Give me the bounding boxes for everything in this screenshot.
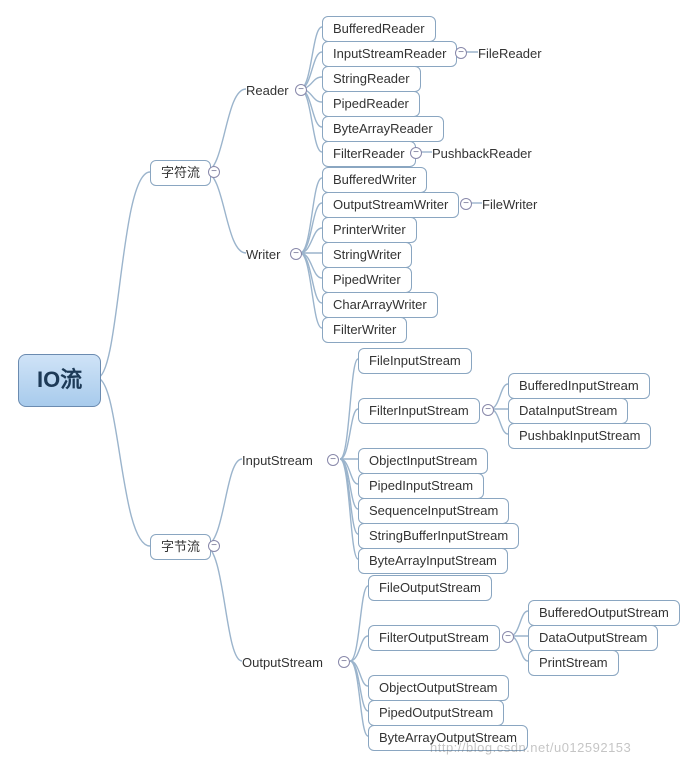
node-pushback-reader[interactable]: PushbackReader xyxy=(432,145,532,163)
node-file-writer[interactable]: FileWriter xyxy=(482,196,537,214)
node-filter-writer[interactable]: FilterWriter xyxy=(322,317,407,343)
root-node[interactable]: IO流 xyxy=(18,354,101,407)
collapse-icon[interactable]: − xyxy=(295,84,307,96)
node-sequence-input-stream[interactable]: SequenceInputStream xyxy=(358,498,509,524)
collapse-icon[interactable]: − xyxy=(502,631,514,643)
node-string-buffer-input-stream[interactable]: StringBufferInputStream xyxy=(358,523,519,549)
node-file-input-stream[interactable]: FileInputStream xyxy=(358,348,472,374)
collapse-icon[interactable]: − xyxy=(460,198,472,210)
node-filter-reader[interactable]: FilterReader xyxy=(322,141,416,167)
node-reader[interactable]: Reader xyxy=(246,82,289,100)
collapse-icon[interactable]: − xyxy=(290,248,302,260)
node-input-stream[interactable]: InputStream xyxy=(242,452,313,470)
node-data-input-stream[interactable]: DataInputStream xyxy=(508,398,628,424)
node-input-stream-reader[interactable]: InputStreamReader xyxy=(322,41,457,67)
node-file-output-stream[interactable]: FileOutputStream xyxy=(368,575,492,601)
node-data-output-stream[interactable]: DataOutputStream xyxy=(528,625,658,651)
node-string-writer[interactable]: StringWriter xyxy=(322,242,412,268)
collapse-icon[interactable]: − xyxy=(455,47,467,59)
collapse-icon[interactable]: − xyxy=(338,656,350,668)
node-output-stream-writer[interactable]: OutputStreamWriter xyxy=(322,192,459,218)
node-output-stream[interactable]: OutputStream xyxy=(242,654,323,672)
node-string-reader[interactable]: StringReader xyxy=(322,66,421,92)
node-char-array-writer[interactable]: CharArrayWriter xyxy=(322,292,438,318)
node-piped-input-stream[interactable]: PipedInputStream xyxy=(358,473,484,499)
collapse-icon[interactable]: − xyxy=(327,454,339,466)
node-piped-writer[interactable]: PipedWriter xyxy=(322,267,412,293)
node-char-stream[interactable]: 字符流 xyxy=(150,160,211,186)
node-buffered-writer[interactable]: BufferedWriter xyxy=(322,167,427,193)
node-piped-reader[interactable]: PipedReader xyxy=(322,91,420,117)
collapse-icon[interactable]: − xyxy=(208,540,220,552)
node-printer-writer[interactable]: PrinterWriter xyxy=(322,217,417,243)
node-object-input-stream[interactable]: ObjectInputStream xyxy=(358,448,488,474)
node-writer[interactable]: Writer xyxy=(246,246,280,264)
watermark-text: http://blog.csdn.net/u012592153 xyxy=(430,740,631,755)
collapse-icon[interactable]: − xyxy=(410,147,422,159)
node-print-stream[interactable]: PrintStream xyxy=(528,650,619,676)
node-file-reader[interactable]: FileReader xyxy=(478,45,542,63)
node-filter-output-stream[interactable]: FilterOutputStream xyxy=(368,625,500,651)
node-byte-stream[interactable]: 字节流 xyxy=(150,534,211,560)
node-filter-input-stream[interactable]: FilterInputStream xyxy=(358,398,480,424)
node-byte-array-reader[interactable]: ByteArrayReader xyxy=(322,116,444,142)
node-pushbak-input-stream[interactable]: PushbakInputStream xyxy=(508,423,651,449)
collapse-icon[interactable]: − xyxy=(482,404,494,416)
node-byte-array-input-stream[interactable]: ByteArrayInputStream xyxy=(358,548,508,574)
collapse-icon[interactable]: − xyxy=(208,166,220,178)
node-piped-output-stream[interactable]: PipedOutputStream xyxy=(368,700,504,726)
node-buffered-reader[interactable]: BufferedReader xyxy=(322,16,436,42)
node-buffered-input-stream[interactable]: BufferedInputStream xyxy=(508,373,650,399)
node-object-output-stream[interactable]: ObjectOutputStream xyxy=(368,675,509,701)
node-buffered-output-stream[interactable]: BufferedOutputStream xyxy=(528,600,680,626)
